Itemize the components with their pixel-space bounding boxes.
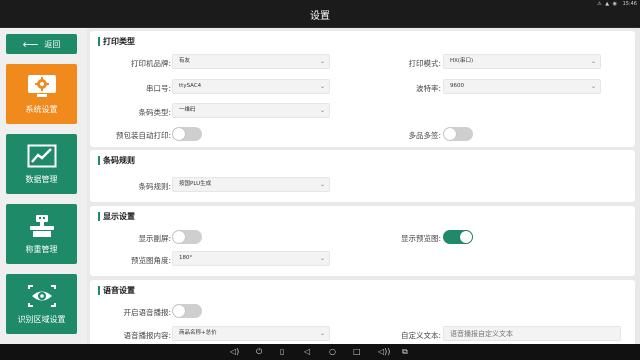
multi-label-toggle[interactable] — [443, 127, 473, 141]
chevron-down-icon: ⌄ — [590, 83, 596, 90]
barcode-rule-select[interactable]: 按国PLU生成 ⌄ — [172, 177, 330, 192]
status-time: 15:46 — [622, 1, 637, 7]
multi-label-label: 多品多签: — [408, 131, 441, 140]
sub-screen-toggle[interactable] — [172, 230, 202, 244]
chevron-down-icon: ⌄ — [319, 83, 325, 90]
sidebar-item-system-settings[interactable]: 系统设置 — [6, 64, 77, 124]
serial-port-label: 串口号: — [145, 84, 171, 93]
print-type-card: 打印类型 打印机品牌: 有友 ⌄ 打印模式: HX(串口) ⌄ 串口号: tty… — [90, 31, 635, 147]
barcode-type-value: 一维码 — [179, 107, 196, 113]
print-mode-select[interactable]: HX(串口) ⌄ — [443, 54, 601, 69]
barcode-rule-value: 按国PLU生成 — [179, 181, 212, 187]
preview-angle-select[interactable]: 180° ⌄ — [172, 251, 330, 266]
chevron-down-icon: ⌄ — [319, 330, 325, 337]
screenshot-icon[interactable]: ⧉ — [402, 347, 408, 357]
toggle-knob — [444, 128, 456, 140]
chevron-down-icon: ⌄ — [319, 255, 325, 262]
print-type-title: 打印类型 — [98, 36, 135, 47]
voice-enable-toggle[interactable] — [172, 304, 202, 318]
volume-up-icon[interactable]: ◁)) — [378, 347, 390, 357]
scale-icon — [29, 214, 54, 237]
serial-port-value: ttySAC4 — [179, 83, 202, 89]
gear-icon — [27, 74, 56, 97]
display-settings-title: 显示设置 — [98, 211, 135, 222]
printer-brand-label: 打印机品牌: — [130, 59, 171, 68]
volume-down-icon[interactable]: ◁) — [230, 347, 239, 357]
baud-rate-label: 波特率: — [415, 84, 441, 93]
recents-icon[interactable]: □ — [353, 347, 361, 357]
navigation-bar: ◁) ⏻ ▯ ◁ ○ □ ◁)) ⧉ — [0, 344, 640, 360]
section-accent — [98, 212, 100, 221]
barcode-type-label: 条码类型: — [138, 108, 171, 117]
sidebar-item-data-management[interactable]: 数据管理 — [6, 134, 77, 194]
chevron-down-icon: ⌄ — [319, 181, 325, 188]
auto-print-toggle[interactable] — [172, 127, 202, 141]
print-mode-label: 打印模式: — [408, 59, 441, 68]
section-title-text: 显示设置 — [103, 212, 135, 221]
preview-toggle[interactable] — [443, 230, 473, 244]
print-mode-value: HX(串口) — [450, 58, 474, 64]
arrow-left-icon: ⟵ — [22, 37, 39, 51]
voice-settings-title: 语音设置 — [98, 285, 135, 296]
back-nav-icon[interactable]: ◁ — [304, 347, 310, 357]
sidebar: ⟵ 返回 系统设置 数据管理 称重管理 识别区域设置 — [0, 28, 87, 344]
status-icons: ⚠ ▲ ◉ — [597, 1, 618, 7]
home-icon[interactable]: ○ — [329, 347, 336, 357]
eye-icon — [27, 284, 56, 307]
preview-label: 显示预览图: — [400, 234, 441, 243]
custom-text-label: 自定义文本: — [400, 331, 441, 340]
sidebar-item-weighing-management[interactable]: 称重管理 — [6, 204, 77, 264]
baud-rate-value: 9600 — [450, 83, 464, 89]
status-bar: ⚠ ▲ ◉ 15:46 — [0, 0, 640, 8]
page-title: 设置 — [310, 11, 330, 22]
sidebar-item-label: 数据管理 — [25, 174, 58, 184]
preview-angle-label: 预览图角度: — [130, 256, 171, 265]
sub-screen-label: 显示副屏: — [138, 234, 171, 243]
back-button[interactable]: ⟵ 返回 — [6, 34, 77, 54]
barcode-type-select[interactable]: 一维码 ⌄ — [172, 103, 330, 118]
section-title-text: 条码规则 — [103, 156, 135, 165]
settings-content: 打印类型 打印机品牌: 有友 ⌄ 打印模式: HX(串口) ⌄ 串口号: tty… — [87, 28, 640, 344]
toggle-knob — [460, 231, 472, 243]
barcode-rule-label: 条码规则: — [138, 182, 171, 191]
back-button-label: 返回 — [44, 39, 61, 49]
sidebar-item-label: 称重管理 — [25, 244, 58, 254]
voice-content-select[interactable]: 商品名称+总价 ⌄ — [172, 326, 330, 341]
title-bar: 设置 — [0, 8, 640, 28]
printer-brand-value: 有友 — [179, 58, 191, 64]
voice-settings-card: 语音设置 开启语音播报: 语音播报内容: 商品名称+总价 ⌄ 自定义文本: — [90, 280, 635, 344]
section-accent — [98, 37, 100, 46]
preview-angle-value: 180° — [179, 255, 193, 261]
voice-content-label: 语音播报内容: — [123, 331, 171, 340]
sidebar-item-label: 系统设置 — [25, 104, 58, 114]
custom-text-input[interactable] — [443, 326, 621, 341]
printer-brand-select[interactable]: 有友 ⌄ — [172, 54, 330, 69]
serial-port-select[interactable]: ttySAC4 ⌄ — [172, 79, 330, 94]
line-chart-icon — [27, 144, 56, 167]
baud-rate-select[interactable]: 9600 ⌄ — [443, 79, 601, 94]
voice-content-value: 商品名称+总价 — [179, 330, 217, 336]
chevron-down-icon: ⌄ — [319, 107, 325, 114]
section-accent — [98, 286, 100, 295]
sidebar-item-recognition-area[interactable]: 识别区域设置 — [6, 274, 77, 334]
toggle-knob — [173, 305, 185, 317]
auto-print-label: 预包装自动打印: — [115, 131, 171, 140]
section-title-text: 打印类型 — [103, 37, 135, 46]
chevron-down-icon: ⌄ — [319, 58, 325, 65]
display-settings-card: 显示设置 显示副屏: 显示预览图: 预览图角度: 180° ⌄ — [90, 206, 635, 276]
toggle-knob — [173, 128, 185, 140]
sidebar-item-label: 识别区域设置 — [17, 314, 66, 324]
split-screen-icon[interactable]: ▯ — [280, 347, 284, 357]
toggle-knob — [173, 231, 185, 243]
section-title-text: 语音设置 — [103, 286, 135, 295]
chevron-down-icon: ⌄ — [590, 58, 596, 65]
section-accent — [98, 156, 100, 165]
barcode-rules-title: 条码规则 — [98, 155, 135, 166]
voice-enable-label: 开启语音播报: — [123, 308, 171, 317]
barcode-rules-card: 条码规则 条码规则: 按国PLU生成 ⌄ — [90, 150, 635, 202]
power-icon[interactable]: ⏻ — [256, 347, 262, 357]
